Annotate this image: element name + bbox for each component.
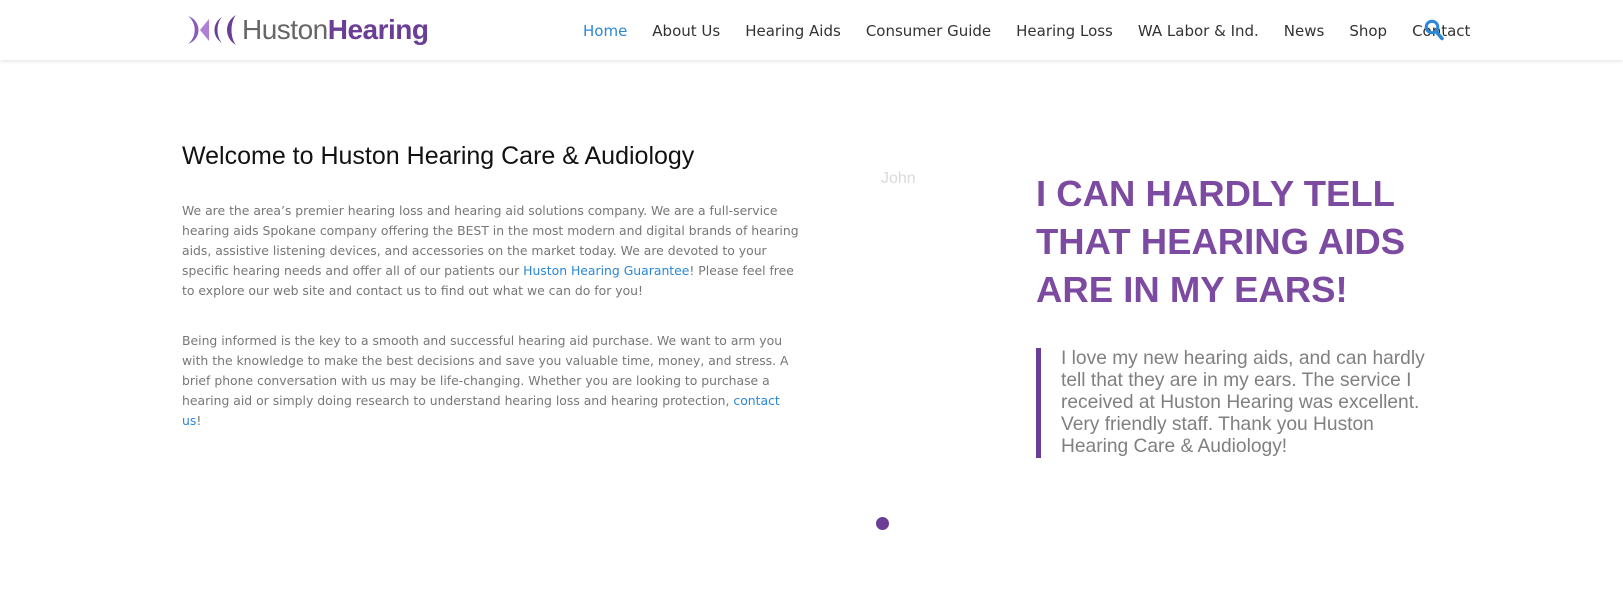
testimonial-author: John	[881, 170, 916, 187]
info-text: Being informed is the key to a smooth an…	[182, 333, 789, 408]
search-icon[interactable]	[1424, 19, 1444, 41]
nav-item-wa-labor[interactable]: WA Labor & Ind.	[1138, 20, 1259, 40]
nav-item-home[interactable]: Home	[583, 20, 627, 40]
nav-item-about-us[interactable]: About Us	[652, 20, 720, 40]
logo-text-light: Huston	[242, 14, 328, 45]
logo-text-bold: Hearing	[327, 14, 429, 45]
testimonial-quote: I love my new hearing aids, and can hard…	[1036, 348, 1446, 458]
site-header: HustonHearing Home About Us Hearing Aids…	[0, 0, 1623, 60]
slider-dot-active[interactable]	[876, 517, 889, 530]
nav-item-news[interactable]: News	[1284, 20, 1325, 40]
logo-chevrons-icon	[188, 15, 236, 45]
testimonial-title: I CAN HARDLY TELL THAT HEARING AIDS ARE …	[1036, 173, 1406, 310]
main-nav: Home About Us Hearing Aids Consumer Guid…	[583, 0, 1495, 60]
guarantee-link[interactable]: Huston Hearing Guarantee	[523, 263, 689, 278]
nav-item-shop[interactable]: Shop	[1349, 20, 1387, 40]
info-text-end: !	[196, 413, 202, 428]
logo-wordmark: HustonHearing	[242, 13, 429, 47]
intro-paragraph: We are the area’s premier hearing loss a…	[182, 201, 802, 301]
nav-item-hearing-loss[interactable]: Hearing Loss	[1016, 20, 1113, 40]
nav-item-consumer-guide[interactable]: Consumer Guide	[866, 20, 991, 40]
info-paragraph: Being informed is the key to a smooth an…	[182, 331, 802, 431]
page-title: Welcome to Huston Hearing Care & Audiolo…	[182, 142, 695, 170]
site-logo[interactable]: HustonHearing	[186, 13, 429, 47]
nav-item-hearing-aids[interactable]: Hearing Aids	[745, 20, 841, 40]
